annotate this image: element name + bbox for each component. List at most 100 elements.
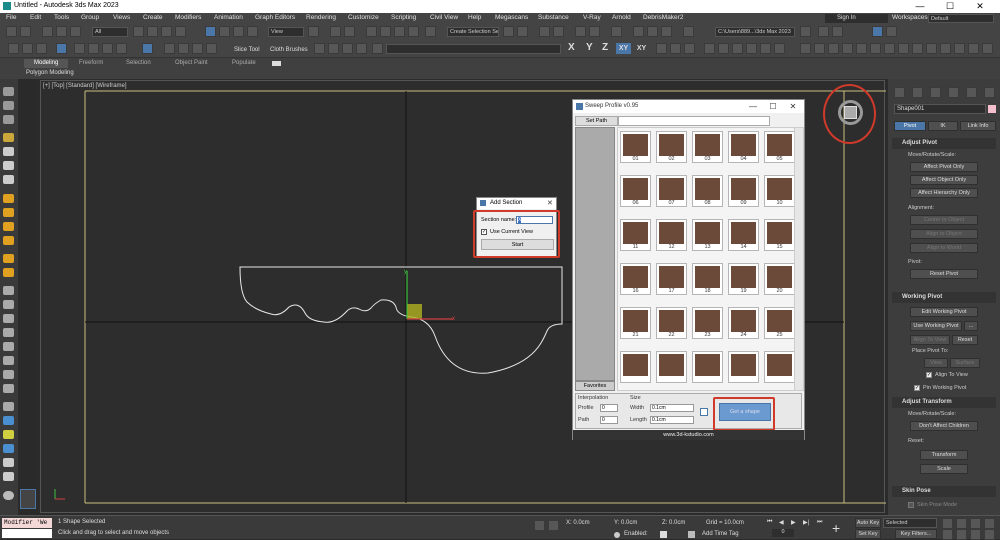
- rectangle-selection-icon[interactable]: [161, 26, 172, 37]
- tool-21-icon[interactable]: [3, 384, 14, 393]
- zoom-extents-icon[interactable]: [970, 518, 981, 529]
- profile-thumb[interactable]: 17: [656, 263, 687, 295]
- lock-checkbox[interactable]: [700, 408, 708, 416]
- field-of-view-icon[interactable]: [942, 529, 953, 540]
- menu-scripting[interactable]: Scripting: [391, 14, 416, 21]
- brush-icon[interactable]: [88, 43, 99, 54]
- vray-frame-buffer-icon[interactable]: [818, 26, 829, 37]
- material-editor-icon[interactable]: [611, 26, 622, 37]
- tree-icon[interactable]: [732, 43, 743, 54]
- profile-thumb[interactable]: 16: [620, 263, 651, 295]
- website-footer[interactable]: www.3d-kstudio.com: [573, 430, 804, 440]
- profile-thumb[interactable]: 01: [620, 131, 651, 163]
- profile-thumb[interactable]: 06: [620, 175, 651, 207]
- profile-thumb[interactable]: [620, 351, 651, 383]
- tools-icon[interactable]: [774, 43, 785, 54]
- tab-freeform[interactable]: Freeform: [79, 60, 103, 66]
- plugin-h-icon[interactable]: [898, 43, 909, 54]
- profile-thumb[interactable]: 19: [728, 263, 759, 295]
- profile-thumb[interactable]: 08: [692, 175, 723, 207]
- minimize-button[interactable]: —: [905, 0, 935, 13]
- motion-tab-icon[interactable]: [948, 87, 959, 98]
- tool-3-icon[interactable]: [3, 115, 14, 124]
- use-working-pivot-button[interactable]: Use Working Pivot: [910, 321, 962, 331]
- reset-working-pivot-button[interactable]: Reset: [952, 335, 978, 345]
- profile-thumb[interactable]: 13: [692, 219, 723, 251]
- key-set-dropdown[interactable]: Selected: [883, 518, 937, 528]
- tool-19-icon[interactable]: [3, 356, 14, 365]
- tool-5-icon[interactable]: [3, 147, 14, 156]
- sweep-minimize-button[interactable]: —: [743, 100, 763, 113]
- tool-14-icon[interactable]: [3, 286, 14, 295]
- magnet-icon[interactable]: [116, 43, 127, 54]
- snaps-toggle-icon[interactable]: [366, 26, 377, 37]
- profile-thumb[interactable]: 18: [692, 263, 723, 295]
- constraint-icon[interactable]: [8, 43, 19, 54]
- scene-explorer-icon[interactable]: [539, 26, 550, 37]
- redo-icon[interactable]: [20, 26, 31, 37]
- list-icon[interactable]: [356, 43, 367, 54]
- tool-22-icon[interactable]: [3, 402, 14, 411]
- profile-thumb[interactable]: 10: [764, 175, 795, 207]
- profile-thumb[interactable]: 20: [764, 263, 795, 295]
- play-icon[interactable]: ▶: [791, 519, 796, 526]
- menu-rendering[interactable]: Rendering: [306, 14, 336, 21]
- length-input[interactable]: 0.1cm: [650, 416, 694, 424]
- tab-modeling[interactable]: Modeling: [34, 60, 58, 66]
- skin-pose-rollout[interactable]: Skin Pose: [892, 486, 996, 497]
- select-by-name-icon[interactable]: [147, 26, 158, 37]
- tool-25-icon[interactable]: [3, 444, 14, 453]
- maxscript-output[interactable]: [2, 529, 52, 538]
- close-button[interactable]: ✕: [965, 0, 995, 13]
- menu-animation[interactable]: Animation: [214, 14, 243, 21]
- profile-thumb[interactable]: 15: [764, 219, 795, 251]
- window-crossing-icon[interactable]: [175, 26, 186, 37]
- set-key-button[interactable]: Set Key: [855, 529, 881, 539]
- sphere-icon[interactable]: [342, 43, 353, 54]
- tool-15-icon[interactable]: [3, 300, 14, 309]
- constrain-xy[interactable]: XY: [616, 43, 631, 54]
- edit-named-selection-icon[interactable]: [425, 26, 436, 37]
- object-name-input[interactable]: Shape001: [894, 104, 986, 114]
- tool-24-icon[interactable]: [3, 430, 14, 439]
- tool-4-icon[interactable]: [3, 133, 14, 142]
- menu-file[interactable]: File: [6, 14, 16, 21]
- project-folder-icon[interactable]: [800, 26, 811, 37]
- align-to-view-wp-button[interactable]: Align To View: [910, 335, 950, 345]
- project-path-dropdown[interactable]: C:\Users\889...\3ds Max 2023: [715, 27, 795, 37]
- rendered-frame-window-icon[interactable]: [647, 26, 658, 37]
- x-coordinate[interactable]: X: 0.0cm: [566, 520, 590, 526]
- affect-hierarchy-only-button[interactable]: Affect Hierarchy Only: [910, 188, 978, 198]
- zoom-icon[interactable]: [942, 518, 953, 529]
- profile-thumb[interactable]: 07: [656, 175, 687, 207]
- angle-snap-icon[interactable]: [380, 26, 391, 37]
- xy-plane-icon[interactable]: [142, 43, 153, 54]
- working-pivot-options-button[interactable]: ...: [964, 321, 978, 331]
- tab-object-paint[interactable]: Object Paint: [175, 60, 208, 66]
- align-view-icon[interactable]: [192, 43, 203, 54]
- tool-10-icon[interactable]: [3, 222, 14, 231]
- profile-thumb[interactable]: 05: [764, 131, 795, 163]
- plugin-l-icon[interactable]: [954, 43, 965, 54]
- go-to-start-icon[interactable]: ⏮: [767, 519, 772, 526]
- profile-thumb[interactable]: 04: [728, 131, 759, 163]
- freeze-icon[interactable]: [102, 43, 113, 54]
- grid-icon[interactable]: [178, 43, 189, 54]
- time-tag-icon[interactable]: [688, 531, 695, 538]
- bird-icon[interactable]: [760, 43, 771, 54]
- tool-2-icon[interactable]: [3, 101, 14, 110]
- plugin-m-icon[interactable]: [968, 43, 979, 54]
- align-icon[interactable]: [517, 26, 528, 37]
- pivot-center-icon[interactable]: [308, 26, 319, 37]
- tool-1-icon[interactable]: [3, 87, 14, 96]
- prev-frame-icon[interactable]: ◀: [779, 519, 784, 526]
- layer-dropdown[interactable]: [386, 44, 561, 54]
- plugin-k-icon[interactable]: [940, 43, 951, 54]
- profile-thumb[interactable]: 23: [692, 307, 723, 339]
- select-object-icon[interactable]: [133, 26, 144, 37]
- polygon-modeling-label[interactable]: Polygon Modeling: [26, 70, 74, 76]
- favorites-button[interactable]: Favorites: [575, 381, 615, 391]
- layer-explorer-icon[interactable]: [553, 26, 564, 37]
- menu-megascans[interactable]: Megascans: [495, 14, 528, 21]
- add-key-icon[interactable]: +: [832, 520, 840, 536]
